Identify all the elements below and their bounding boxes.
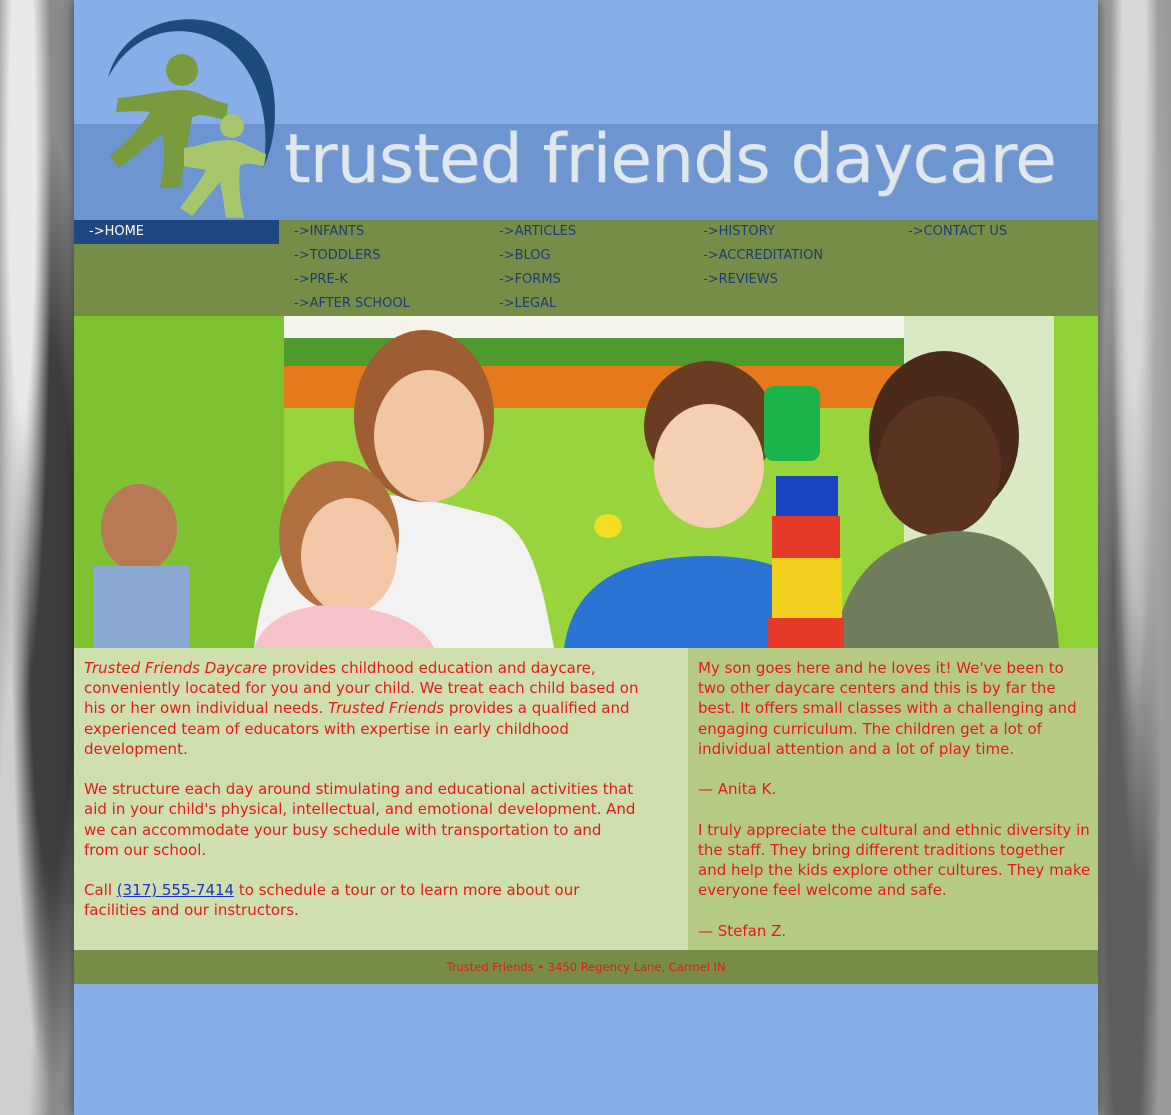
phone-link[interactable]: (317) 555-7414: [117, 881, 234, 899]
nav-link-blog[interactable]: ->BLOG: [499, 244, 551, 268]
brand-wordmark: trusted friends daycare: [284, 120, 1057, 199]
intro-brand-emphasis-2: Trusted Friends: [328, 699, 445, 718]
nav-link-after-school[interactable]: ->AFTER SCHOOL: [294, 292, 410, 316]
main-navigation: ->HOME ->INFANTS ->TODDLERS ->PRE-K ->AF…: [74, 220, 1098, 316]
background-photo-right: [1097, 0, 1171, 1115]
intro-brand-emphasis-1: Trusted Friends Daycare: [84, 659, 268, 677]
intro-column: Trusted Friends Daycare provides childho…: [74, 648, 688, 950]
intro-text: Trusted Friends Daycare provides childho…: [84, 658, 640, 941]
nav-link-reviews[interactable]: ->REVIEWS: [703, 268, 778, 292]
background-photo-left: [0, 0, 74, 1115]
review-author-1: — Anita K.: [698, 780, 777, 799]
call-prefix: Call: [84, 881, 117, 900]
nav-link-history[interactable]: ->HISTORY: [703, 220, 775, 244]
review-text-2: I truly appreciate the cultural and ethn…: [698, 820, 1091, 900]
site-header: trusted friends daycare: [74, 0, 1098, 220]
nav-link-pre-k[interactable]: ->PRE-K: [294, 268, 348, 292]
testimonials-text: My son goes here and he loves it! We've …: [698, 658, 1092, 961]
review-text-1: My son goes here and he loves it! We've …: [698, 659, 1077, 758]
intro-paragraph-1: Trusted Friends Daycare provides childho…: [84, 658, 640, 759]
nav-link-legal[interactable]: ->LEGAL: [499, 292, 556, 316]
nav-link-forms[interactable]: ->FORMS: [499, 268, 561, 292]
nav-link-infants[interactable]: ->INFANTS: [294, 220, 364, 244]
nav-link-contact-us[interactable]: ->CONTACT US: [908, 220, 1007, 244]
intro-paragraph-2: We structure each day around stimulating…: [84, 780, 636, 859]
nav-link-toddlers[interactable]: ->TODDLERS: [294, 244, 381, 268]
site-footer: Trusted Friends • 3450 Regency Lane, Car…: [74, 950, 1098, 984]
nav-link-articles[interactable]: ->ARTICLES: [499, 220, 576, 244]
testimonials-column: My son goes here and he loves it! We've …: [688, 648, 1098, 950]
nav-link-accreditation[interactable]: ->ACCREDITATION: [703, 244, 823, 268]
hero-photo-children-playing: [74, 316, 1098, 648]
nav-link-home[interactable]: ->HOME: [89, 220, 144, 244]
intro-paragraph-3: Call (317) 555-7414 to schedule a tour o…: [84, 880, 640, 920]
daycare-logo-icon: [108, 19, 275, 218]
page-container: trusted friends daycare ->HOME ->INFANTS…: [74, 0, 1098, 1115]
review-author-2: — Stefan Z.: [698, 921, 787, 940]
main-content: Trusted Friends Daycare provides childho…: [74, 648, 1098, 950]
